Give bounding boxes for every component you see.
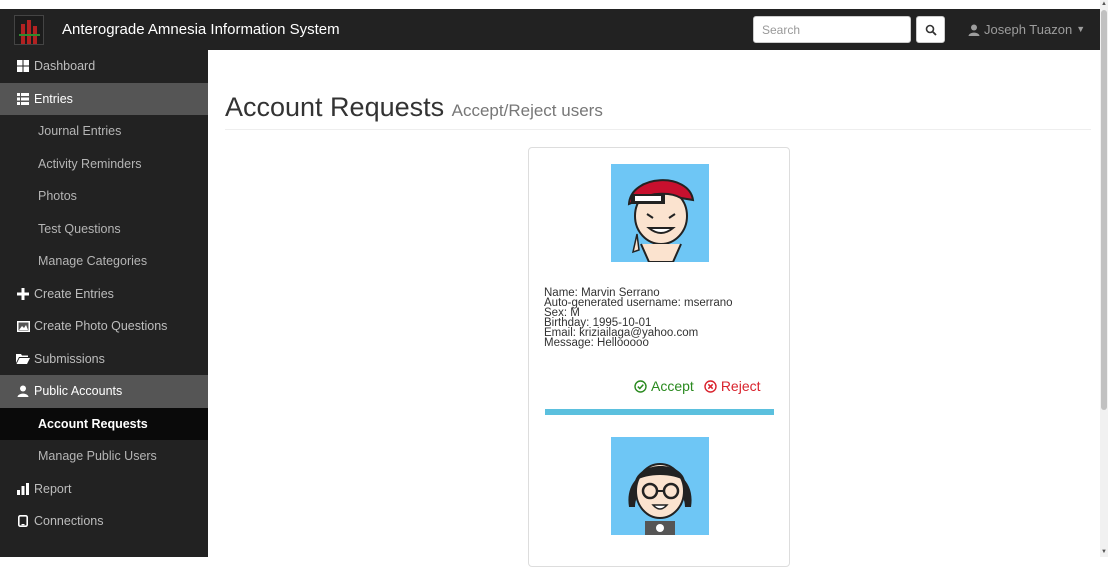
sidebar-item-journal-entries[interactable]: Journal Entries bbox=[0, 115, 208, 148]
user-name: Joseph Tuazon bbox=[984, 22, 1073, 37]
accept-label: Accept bbox=[651, 378, 694, 394]
scroll-up-icon[interactable]: ▲ bbox=[1100, 0, 1108, 8]
sidebar-item-label: Report bbox=[34, 481, 72, 496]
page-title: Account Requests bbox=[225, 92, 445, 122]
caret-down-icon: ▼ bbox=[1076, 24, 1086, 34]
search-button[interactable] bbox=[916, 16, 945, 43]
page-header: Account Requests Accept/Reject users bbox=[225, 92, 603, 123]
sidebar-item-entries[interactable]: Entries bbox=[0, 82, 208, 115]
search-input[interactable] bbox=[753, 16, 911, 43]
scroll-down-icon[interactable]: ▼ bbox=[1100, 548, 1108, 556]
picture-icon bbox=[16, 319, 30, 333]
request-divider bbox=[545, 409, 774, 415]
sidebar-item-label: Manage Public Users bbox=[38, 449, 157, 464]
sidebar-item-label: Photos bbox=[38, 189, 77, 204]
reject-button[interactable]: Reject bbox=[704, 378, 761, 394]
user-icon bbox=[16, 384, 30, 398]
sidebar-item-label: Dashboard bbox=[34, 59, 96, 74]
sidebar-item-test-questions[interactable]: Test Questions bbox=[0, 213, 208, 246]
sidebar-item-label: Create Photo Questions bbox=[34, 319, 168, 334]
page-scrollbar[interactable]: ▲ ▼ bbox=[1100, 0, 1108, 557]
sidebar-item-submissions[interactable]: Submissions bbox=[0, 343, 208, 376]
app-title[interactable]: Anterograde Amnesia Information System bbox=[62, 9, 340, 50]
plus-icon bbox=[16, 287, 30, 301]
sidebar-item-label: Create Entries bbox=[34, 286, 114, 301]
sidebar-item-label: Activity Reminders bbox=[38, 156, 142, 171]
sidebar-item-connections[interactable]: Connections bbox=[0, 505, 208, 538]
sidebar-item-manage-public-users[interactable]: Manage Public Users bbox=[0, 440, 208, 473]
sidebar-item-label: Journal Entries bbox=[38, 124, 122, 139]
sidebar-item-report[interactable]: Report bbox=[0, 473, 208, 506]
avatar bbox=[611, 164, 709, 262]
top-navbar: Anterograde Amnesia Information System J… bbox=[0, 9, 1100, 50]
sidebar-item-account-requests[interactable]: Account Requests bbox=[0, 407, 208, 440]
sidebar-item-label: Connections bbox=[34, 514, 104, 529]
bar-chart-icon bbox=[16, 482, 30, 496]
sidebar-item-dashboard[interactable]: Dashboard bbox=[0, 50, 208, 83]
folder-open-icon bbox=[16, 352, 30, 366]
dashboard-icon bbox=[16, 59, 30, 73]
search-icon bbox=[925, 24, 937, 36]
request-message: Message: Hellooooo bbox=[544, 337, 649, 349]
main-content: Account Requests Accept/Reject users Nam… bbox=[208, 50, 1100, 567]
sidebar: Dashboard Entries Journal Entries Activi… bbox=[0, 50, 208, 557]
sidebar-item-create-photo-questions[interactable]: Create Photo Questions bbox=[0, 310, 208, 343]
request-card: Name: Marvin Serrano Auto-generated user… bbox=[528, 147, 790, 567]
user-menu[interactable]: Joseph Tuazon ▼ bbox=[968, 9, 1085, 50]
sidebar-item-label: Submissions bbox=[34, 351, 105, 366]
sidebar-item-label: Manage Categories bbox=[38, 254, 148, 269]
sidebar-item-create-entries[interactable]: Create Entries bbox=[0, 278, 208, 311]
sidebar-item-public-accounts[interactable]: Public Accounts bbox=[0, 375, 208, 408]
user-icon bbox=[968, 24, 980, 36]
page-subtitle: Accept/Reject users bbox=[451, 101, 603, 120]
accept-button[interactable]: Accept bbox=[634, 378, 694, 394]
scroll-thumb[interactable] bbox=[1101, 10, 1107, 410]
list-icon bbox=[16, 92, 30, 106]
sidebar-item-activity-reminders[interactable]: Activity Reminders bbox=[0, 148, 208, 181]
sidebar-item-label: Public Accounts bbox=[34, 384, 123, 399]
remove-circle-icon bbox=[704, 379, 717, 393]
sidebar-item-label: Account Requests bbox=[38, 416, 148, 431]
sidebar-item-manage-categories[interactable]: Manage Categories bbox=[0, 245, 208, 278]
sidebar-item-label: Test Questions bbox=[38, 221, 121, 236]
app-logo[interactable] bbox=[14, 15, 44, 45]
request-actions: Accept Reject bbox=[634, 378, 761, 394]
header-divider bbox=[225, 129, 1091, 130]
reject-label: Reject bbox=[720, 378, 761, 394]
request-info: Name: Marvin Serrano Auto-generated user… bbox=[544, 287, 733, 349]
avatar bbox=[611, 437, 709, 535]
check-circle-icon bbox=[634, 379, 647, 393]
sidebar-item-photos[interactable]: Photos bbox=[0, 180, 208, 213]
top-strip bbox=[0, 0, 1100, 9]
sidebar-item-label: Entries bbox=[34, 91, 73, 106]
phone-icon bbox=[16, 514, 30, 528]
